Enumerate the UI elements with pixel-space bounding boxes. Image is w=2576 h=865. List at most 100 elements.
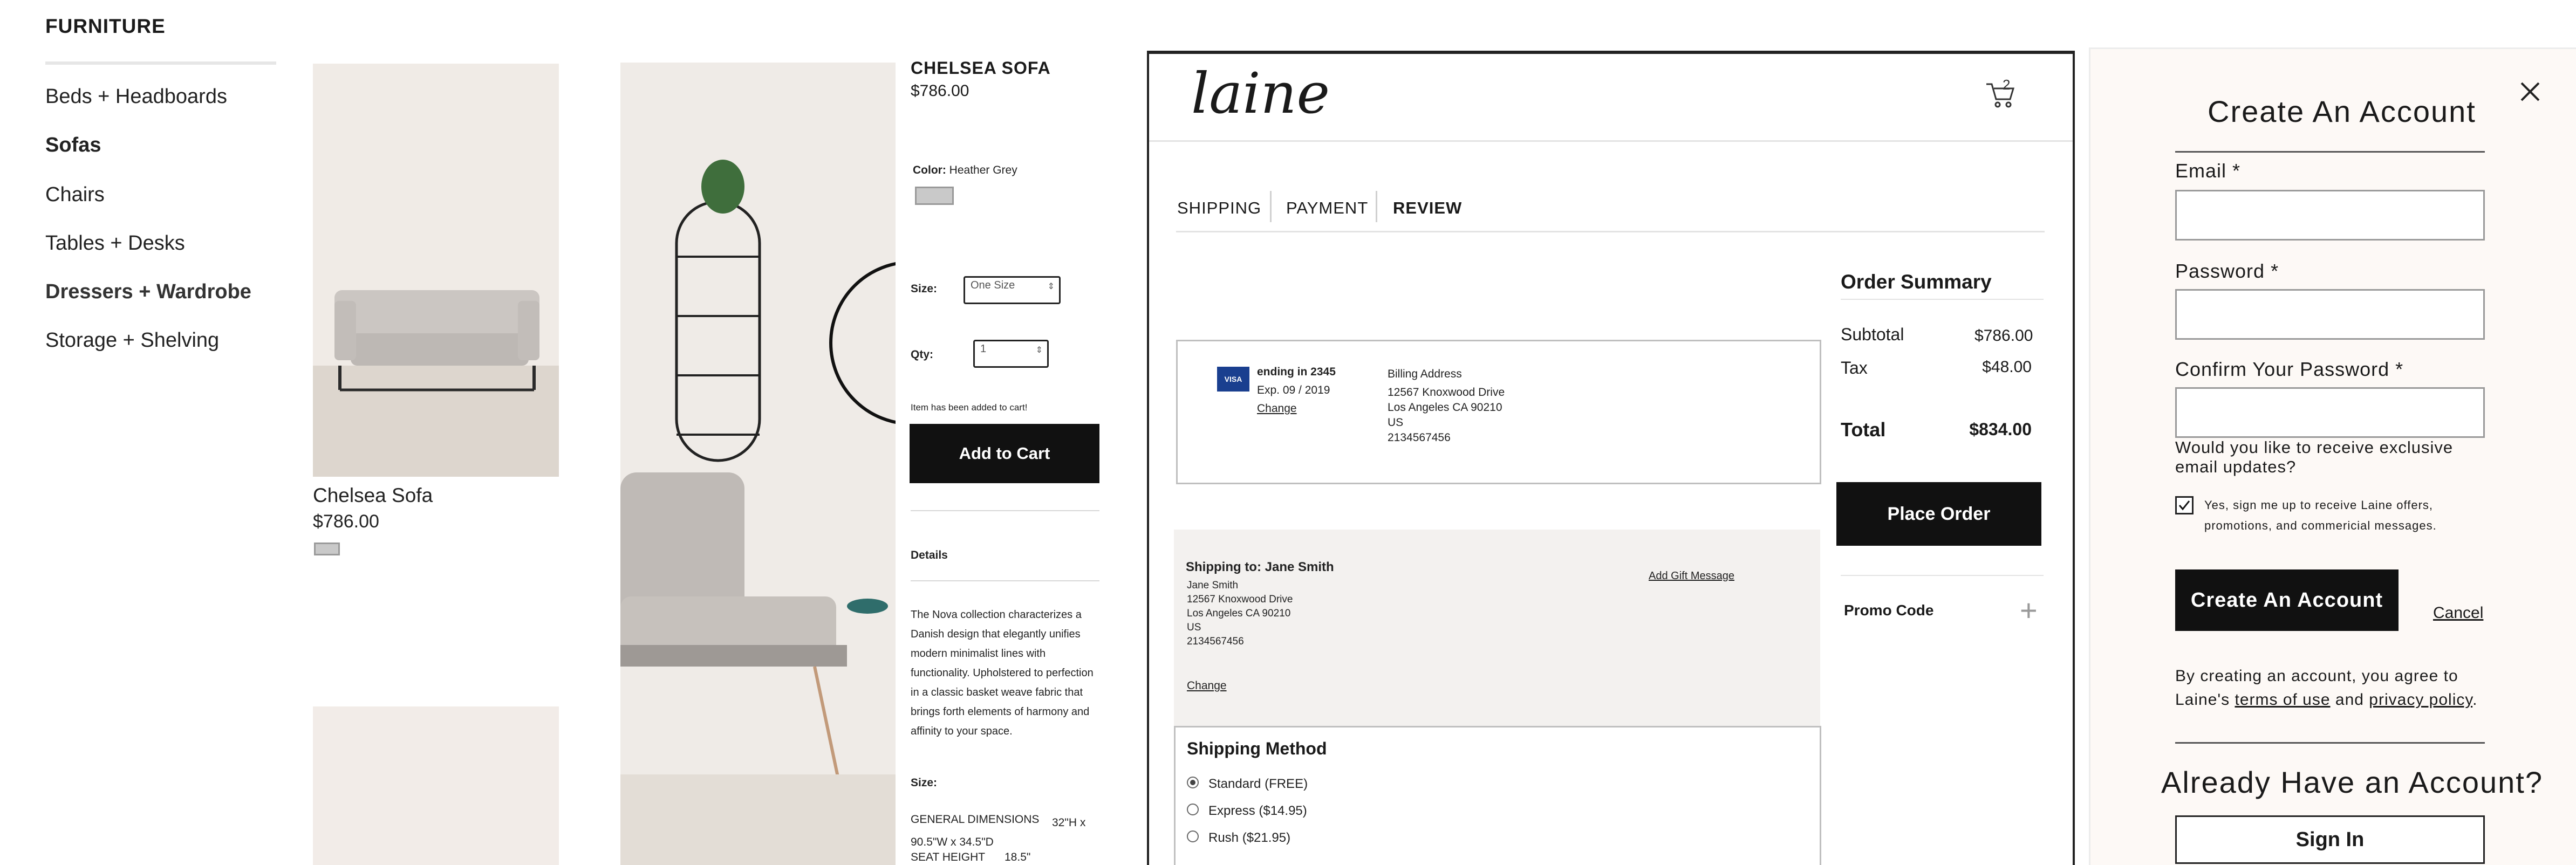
terms-suffix: . bbox=[2472, 691, 2478, 709]
sidebar-item-chairs[interactable]: Chairs bbox=[45, 183, 105, 207]
cart-count-badge: 2 bbox=[2003, 77, 2011, 93]
sidebar-item-storage[interactable]: Storage + Shelving bbox=[45, 329, 219, 352]
shipping-method-heading: Shipping Method bbox=[1187, 739, 1327, 758]
size-select-value: One Size bbox=[971, 279, 1015, 291]
category-divider bbox=[45, 61, 276, 65]
place-order-button[interactable]: Place Order bbox=[1836, 482, 2041, 546]
already-have-account-heading: Already Have an Account? bbox=[2161, 765, 2543, 799]
total-label: Total bbox=[1841, 418, 1886, 441]
add-gift-message-link[interactable]: Add Gift Message bbox=[1649, 568, 1734, 583]
product-image[interactable] bbox=[313, 64, 559, 477]
steps-divider bbox=[1176, 231, 2045, 232]
select-arrows-icon: ⇕ bbox=[1047, 282, 1055, 291]
cart-icon[interactable] bbox=[1984, 78, 2017, 109]
updates-checkbox[interactable] bbox=[2175, 496, 2194, 514]
radio-standard[interactable] bbox=[1187, 777, 1199, 788]
terms-of-use-link[interactable]: terms of use bbox=[2235, 691, 2330, 709]
color-label: Color: bbox=[913, 164, 946, 176]
seat-label: SEAT HEIGHT bbox=[911, 851, 986, 863]
seat-value: 18.5" bbox=[1005, 851, 1031, 863]
privacy-policy-link[interactable]: privacy policy bbox=[2369, 691, 2472, 709]
updates-checkbox-text: Yes, sign me up to receive Laine offers,… bbox=[2204, 498, 2437, 532]
pdp-divider bbox=[911, 510, 1099, 511]
password-field[interactable] bbox=[2175, 289, 2485, 340]
added-to-cart-note: Item has been added to cart! bbox=[911, 402, 1028, 413]
shipping-line: 12567 Knoxwood Drive bbox=[1187, 594, 1293, 605]
sign-in-button[interactable]: Sign In bbox=[2175, 815, 2485, 864]
qty-label: Qty: bbox=[911, 348, 933, 361]
email-label: Email * bbox=[2175, 160, 2241, 182]
step-shipping[interactable]: SHIPPING bbox=[1177, 198, 1261, 218]
lifestyle-image bbox=[620, 63, 896, 865]
header-divider bbox=[1149, 140, 2073, 142]
qty-stepper[interactable]: 1 ⇕ bbox=[973, 340, 1049, 368]
option-express[interactable]: Express ($14.95) bbox=[1208, 804, 1307, 819]
pdp-color-swatch[interactable] bbox=[915, 187, 954, 205]
create-account-button[interactable]: Create An Account bbox=[2175, 569, 2399, 631]
product-card-price: $786.00 bbox=[313, 511, 379, 532]
shipping-line: Los Angeles CA 90210 bbox=[1187, 608, 1291, 619]
updates-question: Would you like to receive exclusive emai… bbox=[2175, 438, 2454, 476]
color-row: Color: Heather Grey bbox=[913, 164, 1017, 177]
terms-note: By creating an account, you agree to Lai… bbox=[2175, 664, 2485, 712]
confirm-password-label: Confirm Your Password * bbox=[2175, 358, 2404, 380]
cancel-link[interactable]: Cancel bbox=[2433, 604, 2483, 622]
sidebar-item-dressers[interactable]: Dressers + Wardrobe bbox=[45, 280, 251, 304]
color-value: Heather Grey bbox=[949, 164, 1017, 176]
size-label: Size: bbox=[911, 283, 938, 295]
password-label: Password * bbox=[2175, 260, 2279, 282]
option-standard[interactable]: Standard (FREE) bbox=[1208, 777, 1308, 792]
product-description: The Nova collection characterizes a Dani… bbox=[911, 609, 1094, 737]
shipping-line: Jane Smith bbox=[1187, 580, 1239, 591]
dims-heading: Size: bbox=[911, 777, 938, 789]
shipping-address-box bbox=[1174, 530, 1820, 727]
dims-value: 32"H x 90.5"W x 34.5"D bbox=[911, 816, 1086, 848]
qty-value: 1 bbox=[980, 343, 987, 355]
modal-title: Create An Account bbox=[2208, 94, 2476, 128]
radio-rush[interactable] bbox=[1187, 830, 1199, 842]
size-select[interactable]: One Size ⇕ bbox=[964, 276, 1061, 304]
modal-title-rule bbox=[2175, 151, 2485, 153]
sidebar-item-sofas[interactable]: Sofas bbox=[45, 134, 101, 157]
visa-card-icon: VISA bbox=[1217, 367, 1249, 392]
color-swatch[interactable] bbox=[314, 543, 340, 555]
billing-line: 12567 Knoxwood Drive bbox=[1388, 386, 1505, 399]
card-ending: ending in 2345 bbox=[1257, 366, 1336, 378]
email-field[interactable] bbox=[2175, 190, 2485, 241]
card-expiry: Exp. 09 / 2019 bbox=[1257, 384, 1330, 396]
pdp-price: $786.00 bbox=[911, 82, 969, 100]
summary-divider bbox=[1841, 299, 2044, 300]
subtotal-label: Subtotal bbox=[1841, 325, 1904, 344]
total-value: $834.00 bbox=[1969, 420, 2032, 439]
step-payment[interactable]: PAYMENT bbox=[1286, 198, 1368, 218]
brand-logo[interactable]: laine bbox=[1191, 64, 1330, 123]
billing-line: US bbox=[1388, 416, 1404, 429]
billing-line: Los Angeles CA 90210 bbox=[1388, 401, 1502, 414]
add-to-cart-button[interactable]: Add to Cart bbox=[910, 424, 1099, 483]
subtotal-value: $786.00 bbox=[1974, 327, 2033, 345]
radio-express[interactable] bbox=[1187, 804, 1199, 815]
sidebar-item-tables[interactable]: Tables + Desks bbox=[45, 232, 185, 255]
product-image-2[interactable] bbox=[313, 706, 559, 865]
details-divider bbox=[911, 580, 1099, 581]
billing-line: 2134567456 bbox=[1388, 431, 1451, 444]
details-heading[interactable]: Details bbox=[911, 549, 948, 562]
order-summary-heading: Order Summary bbox=[1841, 271, 1992, 293]
shipping-line: US bbox=[1187, 622, 1201, 633]
change-payment-link[interactable]: Change bbox=[1257, 401, 1297, 416]
sidebar-item-beds[interactable]: Beds + Headboards bbox=[45, 85, 227, 108]
shipping-line: 2134567456 bbox=[1187, 636, 1244, 647]
step-review[interactable]: REVIEW bbox=[1393, 198, 1462, 218]
promo-code-label[interactable]: Promo Code bbox=[1844, 602, 1933, 619]
change-shipping-link[interactable]: Change bbox=[1187, 678, 1227, 694]
product-card-name[interactable]: Chelsea Sofa bbox=[313, 484, 433, 507]
option-rush[interactable]: Rush ($21.95) bbox=[1208, 830, 1290, 846]
step-separator bbox=[1270, 191, 1272, 222]
stepper-arrows-icon: ⇕ bbox=[1035, 346, 1043, 355]
modal-section-rule bbox=[2175, 742, 2485, 744]
lifestyle-illustration bbox=[620, 63, 896, 865]
step-separator bbox=[1376, 191, 1377, 222]
plus-icon[interactable]: + bbox=[2020, 595, 2038, 626]
close-icon[interactable] bbox=[2514, 75, 2546, 108]
confirm-password-field[interactable] bbox=[2175, 387, 2485, 438]
